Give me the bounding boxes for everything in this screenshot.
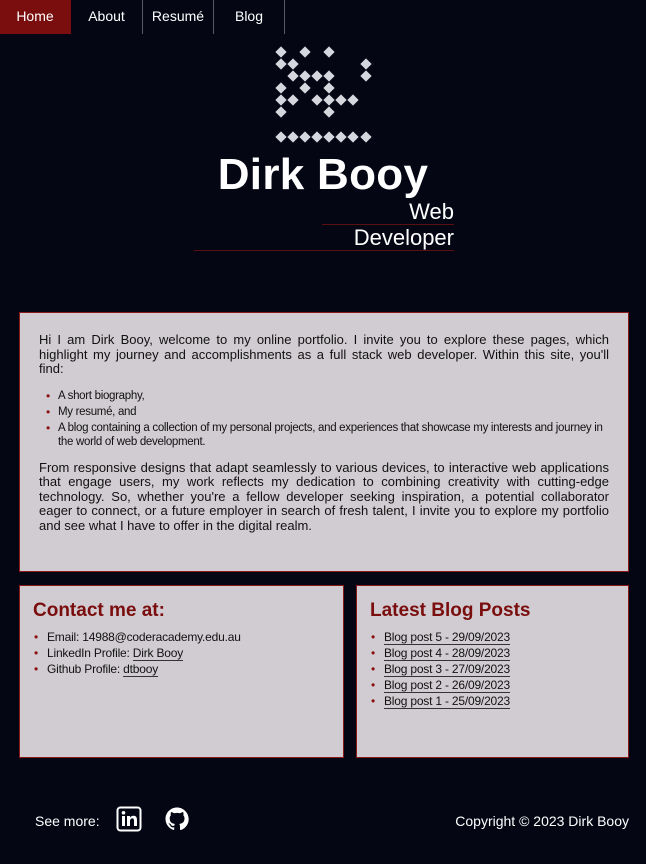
blog-panel: Latest Blog Posts Blog post 5 - 29/09/20… bbox=[356, 585, 629, 758]
blog-post-link[interactable]: Blog post 4 - 28/09/2023 bbox=[384, 646, 510, 661]
contact-linkedin: LinkedIn Profile: Dirk Booy bbox=[34, 645, 330, 661]
contact-list: Email: 14988@coderacademy.edu.au LinkedI… bbox=[34, 629, 330, 677]
nav-resume[interactable]: Resumé bbox=[143, 0, 214, 34]
intro-paragraph-1: Hi I am Dirk Booy, welcome to my online … bbox=[39, 332, 609, 376]
blog-post-link[interactable]: Blog post 3 - 27/09/2023 bbox=[384, 662, 510, 677]
blog-list: Blog post 5 - 29/09/2023 Blog post 4 - 2… bbox=[371, 629, 615, 709]
divider bbox=[194, 250, 454, 251]
blog-item: Blog post 3 - 27/09/2023 bbox=[371, 661, 615, 677]
contact-email: Email: 14988@coderacademy.edu.au bbox=[34, 629, 330, 645]
contact-panel: Contact me at: Email: 14988@coderacademy… bbox=[19, 585, 344, 758]
site-title: Dirk Booy bbox=[217, 150, 429, 199]
see-more-label: See more: bbox=[35, 813, 100, 829]
linkedin-label: LinkedIn Profile: bbox=[47, 646, 133, 660]
role-line-1: Web bbox=[409, 199, 454, 224]
intro-paragraph-2: From responsive designs that adapt seaml… bbox=[39, 459, 609, 533]
logo-icon bbox=[272, 44, 376, 148]
list-item: A blog containing a collection of my per… bbox=[46, 421, 609, 449]
github-icon[interactable] bbox=[164, 806, 190, 832]
list-item: My resumé, and bbox=[46, 405, 609, 419]
github-label: Github Profile: bbox=[47, 662, 124, 676]
role-line-2: Developer bbox=[353, 225, 454, 250]
main-nav: Home About Resumé Blog bbox=[0, 0, 285, 34]
intro-list: A short biography, My resumé, and A blog… bbox=[46, 389, 609, 449]
contact-github: Github Profile: dtbooy bbox=[34, 661, 330, 677]
blog-item: Blog post 5 - 29/09/2023 bbox=[371, 629, 615, 645]
email-label: Email: bbox=[47, 630, 83, 644]
blog-item: Blog post 2 - 26/09/2023 bbox=[371, 677, 615, 693]
nav-home[interactable]: Home bbox=[0, 0, 71, 34]
list-item: A short biography, bbox=[46, 389, 609, 403]
blog-post-link[interactable]: Blog post 1 - 25/09/2023 bbox=[384, 694, 510, 709]
nav-about[interactable]: About bbox=[71, 0, 143, 34]
blog-post-link[interactable]: Blog post 5 - 29/09/2023 bbox=[384, 630, 510, 645]
blog-title: Latest Blog Posts bbox=[370, 600, 531, 621]
github-link[interactable]: dtbooy bbox=[123, 662, 158, 677]
intro-panel: Hi I am Dirk Booy, welcome to my online … bbox=[19, 312, 629, 572]
linkedin-link[interactable]: Dirk Booy bbox=[132, 646, 183, 661]
linkedin-icon[interactable] bbox=[116, 806, 142, 832]
copyright: Copyright © 2023 Dirk Booy bbox=[455, 813, 629, 829]
blog-item: Blog post 1 - 25/09/2023 bbox=[371, 693, 615, 709]
contact-title: Contact me at: bbox=[33, 600, 165, 621]
blog-item: Blog post 4 - 28/09/2023 bbox=[371, 645, 615, 661]
blog-post-link[interactable]: Blog post 2 - 26/09/2023 bbox=[384, 678, 510, 693]
nav-blog[interactable]: Blog bbox=[214, 0, 285, 34]
email-value: 14988@coderacademy.edu.au bbox=[82, 630, 241, 644]
